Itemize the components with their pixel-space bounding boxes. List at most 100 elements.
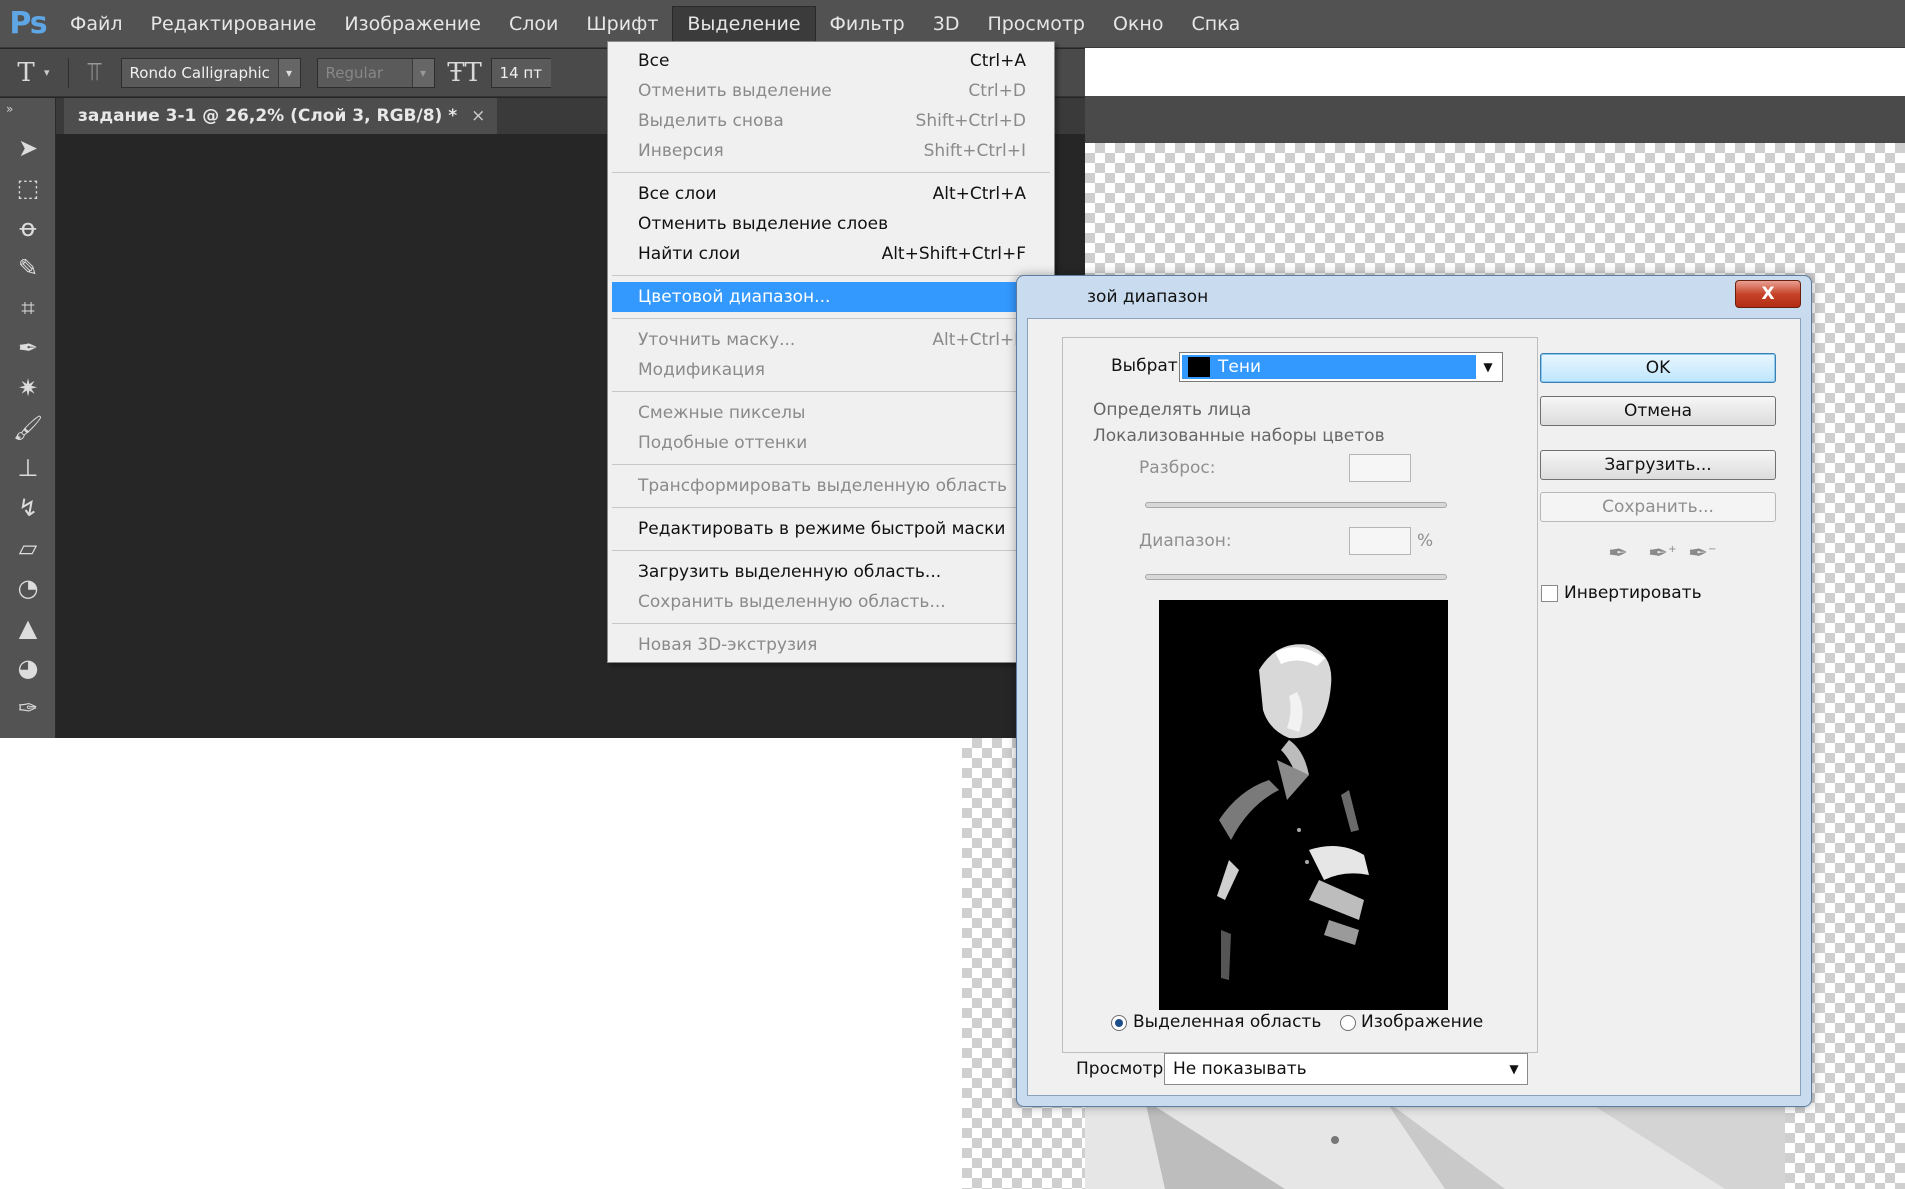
font-family-select[interactable]: Rondo Calligraphic ▾ bbox=[120, 57, 301, 88]
radio-selection-label: Выделенная область bbox=[1133, 1012, 1322, 1032]
dropdown-menu-item: Модификация▶ bbox=[608, 355, 1054, 385]
menu-separator bbox=[612, 391, 1050, 392]
menu-item[interactable]: Файл bbox=[56, 6, 137, 42]
history-brush-tool-icon[interactable]: ↯ bbox=[0, 488, 56, 528]
menu-item-label: Инверсия bbox=[638, 141, 724, 161]
menu-item-label: Трансформировать выделенную область bbox=[638, 476, 1008, 496]
eyedropper-plus-icon[interactable]: ✒+ bbox=[1648, 539, 1677, 567]
pen-tool-icon[interactable]: ✑ bbox=[0, 688, 56, 728]
tool-preset-chevron-icon[interactable]: ▾ bbox=[44, 66, 50, 79]
dropdown-menu-item: Выделить снова Shift+Ctrl+D bbox=[608, 106, 1054, 136]
dodge-tool-icon[interactable]: ◕ bbox=[0, 648, 56, 688]
menu-item[interactable]: Изображение bbox=[330, 6, 495, 42]
menu-item-label: Уточнить маску... bbox=[638, 330, 796, 350]
menu-separator bbox=[612, 318, 1050, 319]
close-tab-icon[interactable]: × bbox=[471, 106, 485, 126]
eyedropper-icon[interactable]: ✒ bbox=[1608, 539, 1628, 567]
ok-button[interactable]: OK bbox=[1540, 353, 1776, 383]
range-slider[interactable] bbox=[1145, 574, 1447, 580]
chevron-down-icon: ▾ bbox=[277, 58, 300, 87]
menu-select-active[interactable]: Выделение bbox=[672, 5, 816, 42]
invert-label: Инвертировать bbox=[1564, 583, 1702, 603]
divider bbox=[67, 57, 69, 88]
dropdown-menu-item[interactable]: Загрузить выделенную область... bbox=[608, 557, 1054, 587]
font-size-value: 14 пт bbox=[499, 63, 542, 82]
clone-stamp-tool-icon[interactable]: ⊥ bbox=[0, 448, 56, 488]
menu-separator bbox=[612, 172, 1050, 173]
invert-checkbox[interactable] bbox=[1541, 585, 1558, 602]
font-size-icon: ŦT bbox=[447, 57, 482, 88]
crop-tool-icon[interactable]: ⌗ bbox=[0, 288, 56, 328]
detect-faces-label[interactable]: Определять лица bbox=[1093, 400, 1251, 420]
range-input[interactable] bbox=[1349, 527, 1411, 555]
menu-item[interactable]: Шрифт bbox=[572, 6, 672, 42]
preview-select[interactable]: Не показывать ▼ bbox=[1164, 1053, 1528, 1085]
menu-item-color-range[interactable]: Цветовой диапазон... bbox=[612, 282, 1050, 312]
quick-selection-tool-icon[interactable]: ✎ bbox=[0, 248, 56, 288]
dropdown-menu-item[interactable]: Отменить выделение слоев bbox=[608, 209, 1054, 239]
paint-bucket-tool-icon[interactable]: ◔ bbox=[0, 568, 56, 608]
vertical-type-icon[interactable]: ⫪ bbox=[77, 57, 113, 88]
brush-tool-icon[interactable]: 🖌 bbox=[0, 408, 56, 448]
localized-colors-label[interactable]: Локализованные наборы цветов bbox=[1093, 426, 1385, 446]
dropdown-menu-item[interactable]: Все Ctrl+A bbox=[608, 46, 1054, 76]
preview-select-value: Не показывать bbox=[1173, 1059, 1307, 1079]
marquee-tool-icon[interactable]: ⬚ bbox=[0, 168, 56, 208]
menu-separator bbox=[612, 507, 1050, 508]
dropdown-menu-item[interactable]: Найти слои Alt+Shift+Ctrl+F bbox=[608, 239, 1054, 269]
tools-panel: » ➤ ⬚ ꝋ ✎ ⌗ ✒ ✷ 🖌 ⊥ ↯ ▱ ◔ ▲ ◕ ✑ bbox=[0, 98, 56, 738]
chevron-down-icon: ▾ bbox=[411, 58, 434, 87]
screen: T ▾ ⫪ Rondo Calligraphic ▾ Regular ▾ ŦT … bbox=[0, 0, 1905, 1189]
move-tool-icon[interactable]: ➤ bbox=[0, 128, 56, 168]
menu-item[interactable]: Фильтр bbox=[816, 6, 919, 42]
menu-item-label: Цветовой диапазон... bbox=[638, 287, 831, 307]
font-style-select[interactable]: Regular ▾ bbox=[316, 57, 435, 88]
fuzziness-slider[interactable] bbox=[1145, 502, 1447, 508]
save-button: Сохранить... bbox=[1540, 492, 1776, 522]
load-button[interactable]: Загрузить... bbox=[1540, 450, 1776, 480]
menu-item-shortcut: Alt+Ctrl+A bbox=[932, 184, 1026, 204]
menu-item[interactable]: Спка bbox=[1177, 6, 1254, 42]
select-dropdown[interactable]: Тени ▼ bbox=[1179, 352, 1503, 382]
dropdown-menu-item[interactable]: Редактировать в режиме быстрой маски bbox=[608, 514, 1054, 544]
font-family-value: Rondo Calligraphic bbox=[129, 63, 270, 82]
dropdown-menu-item: Отменить выделение Ctrl+D bbox=[608, 76, 1054, 106]
sharpen-tool-icon[interactable]: ▲ bbox=[0, 608, 56, 648]
font-style-value: Regular bbox=[325, 63, 384, 82]
menu-separator bbox=[612, 623, 1050, 624]
lasso-tool-icon[interactable]: ꝋ bbox=[0, 208, 56, 248]
type-tool-icon[interactable]: T bbox=[8, 58, 44, 88]
dialog-body: Выбрать: Тени ▼ Определять лица Локализо… bbox=[1027, 318, 1801, 1096]
document-tab[interactable]: задание 3-1 @ 26,2% (Слой 3, RGB/8) * × bbox=[64, 98, 498, 134]
radio-selection[interactable] bbox=[1111, 1015, 1127, 1031]
menu-item-label: Отменить выделение слоев bbox=[638, 214, 889, 234]
healing-brush-tool-icon[interactable]: ✷ bbox=[0, 368, 56, 408]
range-unit: % bbox=[1417, 531, 1434, 551]
close-button[interactable]: X bbox=[1735, 280, 1801, 308]
color-range-dialog: зой диапазон X Выбрать: Тени ▼ Определят… bbox=[1016, 275, 1812, 1107]
menu-item[interactable]: Окно bbox=[1099, 6, 1177, 42]
eraser-tool-icon[interactable]: ▱ bbox=[0, 528, 56, 568]
menu-item-label: Сохранить выделенную область... bbox=[638, 592, 946, 612]
dropdown-menu-item: Уточнить маску... Alt+Ctrl+R bbox=[608, 325, 1054, 355]
panel-collapse-icon[interactable]: » bbox=[0, 98, 55, 128]
menu-item[interactable]: Редактирование bbox=[137, 6, 331, 42]
fuzziness-input[interactable] bbox=[1349, 454, 1411, 482]
eyedropper-tool-icon[interactable]: ✒ bbox=[0, 328, 56, 368]
menu-item-label: Загрузить выделенную область... bbox=[638, 562, 942, 582]
eyedropper-minus-icon[interactable]: ✒− bbox=[1688, 539, 1717, 567]
radio-image[interactable] bbox=[1340, 1015, 1356, 1031]
menu-item[interactable]: 3D bbox=[919, 6, 974, 42]
chevron-down-icon: ▼ bbox=[1483, 360, 1493, 374]
menu-item-shortcut: Ctrl+D bbox=[968, 81, 1026, 101]
dropdown-menu-item[interactable]: Все слои Alt+Ctrl+A bbox=[608, 179, 1054, 209]
menu-item-label: Отменить выделение bbox=[638, 81, 832, 101]
color-swatch bbox=[1188, 357, 1210, 377]
settings-group: Выбрать: Тени ▼ Определять лица Локализо… bbox=[1062, 337, 1538, 1053]
menu-separator bbox=[612, 464, 1050, 465]
cancel-button[interactable]: Отмена bbox=[1540, 396, 1776, 426]
font-size-field[interactable]: 14 пт bbox=[490, 57, 551, 88]
menu-item[interactable]: Просмотр bbox=[973, 6, 1099, 42]
dropdown-menu-item: Подобные оттенки bbox=[608, 428, 1054, 458]
menu-item[interactable]: Слои bbox=[495, 6, 572, 42]
